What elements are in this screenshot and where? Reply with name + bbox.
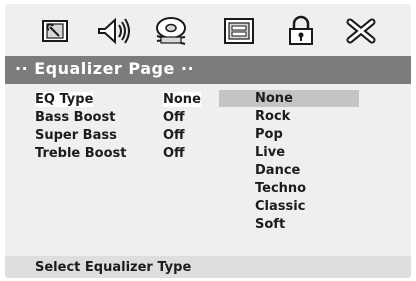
setting-value: Off (163, 110, 185, 125)
speaker-setup-icon[interactable] (93, 14, 133, 48)
setting-row-treble-boost[interactable]: Treble Boost Off (35, 146, 215, 164)
setting-row-bass-boost[interactable]: Bass Boost Off (35, 110, 215, 128)
option-label: Live (255, 145, 286, 160)
option-label: Dance (255, 163, 301, 178)
setting-value: Off (163, 128, 185, 143)
option-label: Soft (255, 217, 286, 232)
setting-row-eq-type[interactable]: EQ Type None (35, 92, 215, 110)
option-label: Rock (255, 109, 291, 124)
status-text: Select Equalizer Type (35, 260, 192, 275)
general-setup-icon[interactable] (35, 14, 75, 48)
setting-value: Off (163, 146, 185, 161)
setting-row-super-bass[interactable]: Super Bass Off (35, 128, 215, 146)
setting-label: EQ Type (35, 92, 94, 107)
setup-menu: ·· Equalizer Page ·· EQ Type None Bass B… (5, 4, 411, 278)
option-classic[interactable]: Classic (219, 198, 359, 215)
option-none[interactable]: None (219, 90, 359, 107)
option-label: Pop (255, 127, 283, 142)
option-label: Classic (255, 199, 306, 214)
preference-icon[interactable] (219, 14, 259, 48)
option-soft[interactable]: Soft (219, 216, 359, 233)
option-live[interactable]: Live (219, 144, 359, 161)
status-bar: Select Equalizer Type (5, 256, 411, 278)
setting-label: Super Bass (35, 128, 117, 143)
setting-label: Treble Boost (35, 146, 127, 161)
page-header: ·· Equalizer Page ·· (5, 56, 411, 84)
option-label: None (255, 91, 293, 106)
option-label: Techno (255, 181, 307, 196)
page-title: ·· Equalizer Page ·· (15, 59, 195, 78)
password-lock-icon[interactable] (281, 14, 321, 48)
setting-label: Bass Boost (35, 110, 116, 125)
video-setup-icon[interactable] (151, 14, 191, 48)
setting-value: None (163, 92, 201, 107)
tab-icon-bar (5, 4, 411, 56)
option-pop[interactable]: Pop (219, 126, 359, 143)
option-techno[interactable]: Techno (219, 180, 359, 197)
exit-icon[interactable] (341, 14, 381, 48)
option-dance[interactable]: Dance (219, 162, 359, 179)
option-rock[interactable]: Rock (219, 108, 359, 125)
